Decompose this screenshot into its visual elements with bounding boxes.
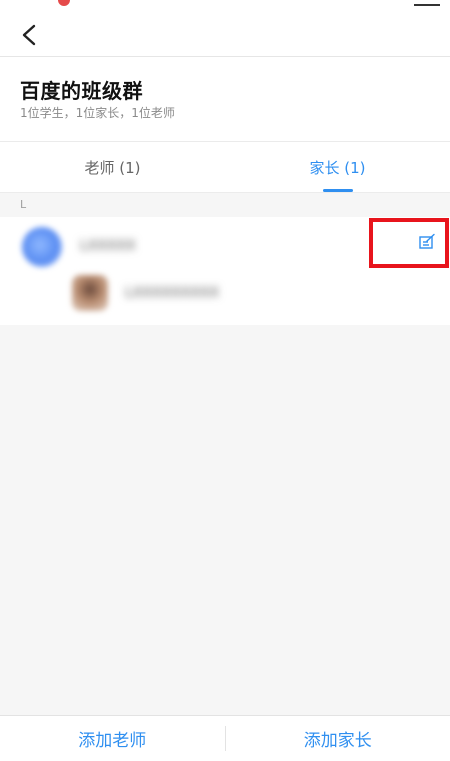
- tab-parents-label: 家长 (1): [309, 157, 365, 178]
- group-title: 百度的班级群: [20, 75, 143, 104]
- status-bar: [0, 0, 450, 10]
- student-avatar: [72, 275, 108, 311]
- bottom-action-bar: 添加老师 添加家长: [0, 715, 450, 761]
- parent-avatar: [22, 227, 62, 267]
- add-parent-button[interactable]: 添加家长: [226, 716, 450, 761]
- navigation-bar: [0, 10, 450, 57]
- notification-dot-icon: [58, 0, 70, 6]
- edit-icon: [418, 233, 436, 251]
- battery-icon: [414, 0, 440, 6]
- student-name: LXXXXXXXXX: [125, 285, 219, 301]
- member-tabs: 老师 (1) 家长 (1): [0, 142, 450, 193]
- group-member-summary: 1位学生，1位家长，1位老师: [20, 104, 175, 121]
- chevron-left-icon: [21, 24, 37, 46]
- section-index-header: L: [0, 193, 450, 217]
- active-tab-indicator: [323, 189, 353, 192]
- parent-list-item[interactable]: LXXXXX LXXXXXXXXX: [0, 217, 450, 325]
- group-header: 百度的班级群 1位学生，1位家长，1位老师: [0, 57, 450, 142]
- back-button[interactable]: [14, 20, 44, 50]
- section-letter: L: [20, 198, 26, 211]
- tab-parents[interactable]: 家长 (1): [225, 142, 450, 192]
- tab-teachers[interactable]: 老师 (1): [0, 142, 225, 192]
- edit-member-button[interactable]: [414, 229, 440, 255]
- parent-name: LXXXXX: [80, 238, 136, 254]
- add-teacher-button[interactable]: 添加老师: [0, 716, 225, 761]
